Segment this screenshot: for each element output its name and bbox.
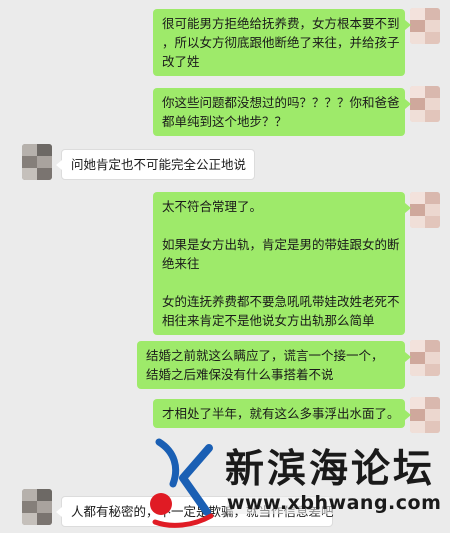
message-text: 问她肯定也不可能完全公正地说 xyxy=(71,157,247,172)
contact-avatar[interactable] xyxy=(410,8,440,44)
message-bubble[interactable]: 才相处了半年，就有这么多事浮出水面了。 xyxy=(153,399,411,428)
message-text: 都单纯到这个地步？？ xyxy=(162,114,288,129)
watermark-title: 新滨海论坛 xyxy=(225,447,436,492)
message-text: 才相处了半年，就有这么多事浮出水面了。 xyxy=(162,406,400,421)
message-text: 改了姓 xyxy=(162,54,200,69)
message-bubble[interactable]: 人都有秘密的，不一定是欺骗，就当作信息差吧 xyxy=(56,496,334,527)
message-bubble[interactable]: 很可能男方拒绝给抚养费，女方根本要不到 ，所以女方彻底跟他断绝了来往，并给孩子 … xyxy=(153,9,411,76)
message-text: 结婚之前就这么瞒应了，谎言一个接一个， xyxy=(146,348,384,363)
contact-avatar[interactable] xyxy=(410,340,440,376)
contact-avatar[interactable] xyxy=(22,144,52,180)
message-text: 相往来肯定不是他说女方出轨那么简单 xyxy=(162,313,375,328)
message-text: 如果是女方出轨，肯定是男的带娃跟女的断 xyxy=(162,237,400,252)
message-text: 你这些问题都没想过的吗？？？？你和爸爸 xyxy=(162,95,400,110)
message-bubble[interactable]: 问她肯定也不可能完全公正地说 xyxy=(56,149,255,180)
message-bubble[interactable]: 结婚之前就这么瞒应了，谎言一个接一个， 结婚之后难保没有什么事搭着不说 xyxy=(137,341,411,389)
contact-avatar[interactable] xyxy=(22,489,52,525)
message-text: 很可能男方拒绝给抚养费，女方根本要不到 xyxy=(162,16,400,31)
message-text: 太不符合常理了。 xyxy=(162,199,263,214)
contact-avatar[interactable] xyxy=(410,192,440,228)
contact-avatar[interactable] xyxy=(410,397,440,433)
message-bubble[interactable]: 太不符合常理了。 如果是女方出轨，肯定是男的带娃跟女的断 绝来往 女的连抚养费都… xyxy=(153,192,411,335)
message-text: 人都有秘密的，不一定是欺骗，就当作信息差吧 xyxy=(71,504,334,519)
message-text: 绝来往 xyxy=(162,256,200,271)
message-text: 结婚之后难保没有什么事搭着不说 xyxy=(146,367,334,382)
message-text: 女的连抚养费都不要急吼吼带娃改姓老死不 xyxy=(162,294,400,309)
contact-avatar[interactable] xyxy=(410,86,440,122)
message-bubble[interactable]: 你这些问题都没想过的吗？？？？你和爸爸 都单纯到这个地步？？ xyxy=(153,88,411,136)
message-text: ，所以女方彻底跟他断绝了来往，并给孩子 xyxy=(162,35,400,50)
